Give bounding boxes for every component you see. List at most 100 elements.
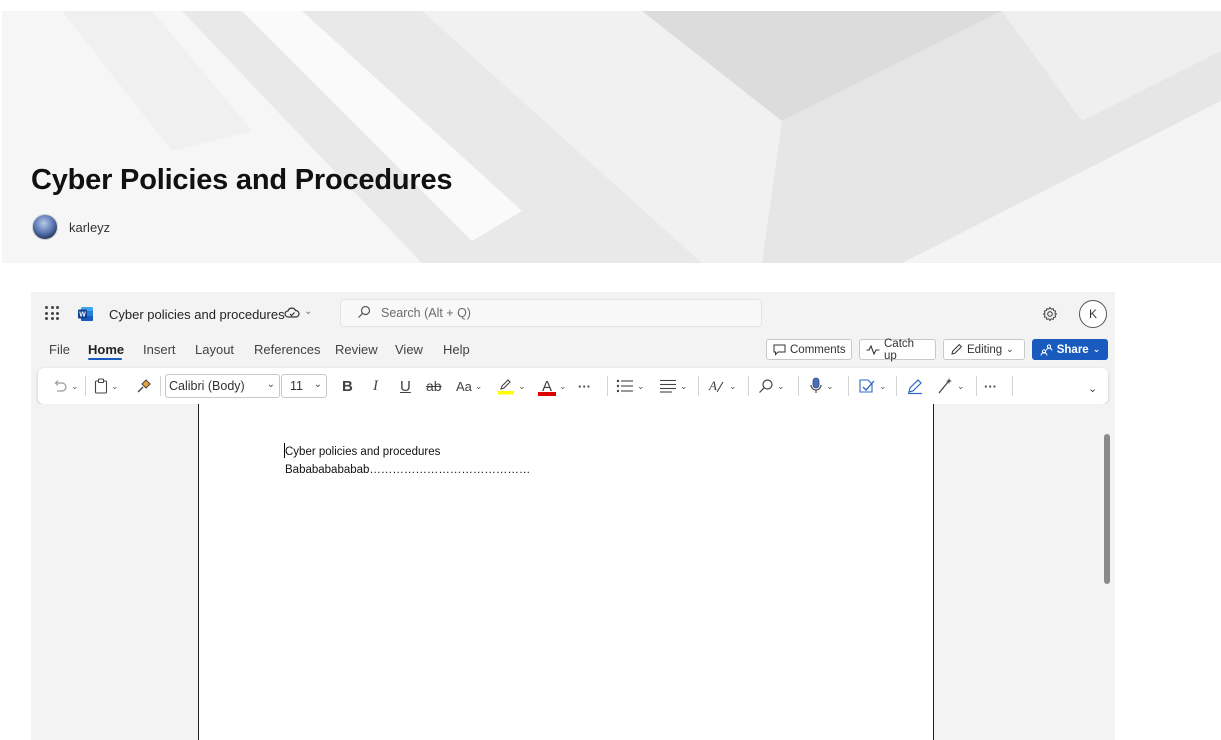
strikethrough-button[interactable]: ab (426, 376, 442, 396)
highlight-color-button[interactable]: ⌄ (497, 376, 526, 396)
undo-icon (54, 380, 67, 392)
highlighter-icon (498, 379, 514, 395)
tab-file[interactable]: File (49, 342, 70, 357)
document-line-2[interactable]: Babababababab…………………………………… (285, 464, 530, 476)
bold-button[interactable]: B (342, 376, 353, 396)
font-color-button[interactable]: A ⌄ (538, 376, 567, 396)
chevron-down-icon: ⌄ (266, 379, 275, 390)
tab-insert[interactable]: Insert (143, 342, 176, 357)
magic-wand-icon (938, 378, 952, 394)
document-name-chevron-icon[interactable]: ⌄ (304, 306, 312, 317)
divider (976, 376, 977, 396)
find-button[interactable]: ⌄ (758, 376, 785, 396)
search-icon (358, 305, 371, 318)
dictate-button[interactable]: ⌄ (809, 376, 834, 396)
chevron-down-icon: ⌄ (71, 380, 79, 391)
italic-button[interactable]: I (373, 376, 378, 396)
divider (798, 376, 799, 396)
comments-label: Comments (790, 343, 846, 356)
app-launcher-icon[interactable] (45, 306, 59, 320)
tab-home[interactable]: Home (88, 342, 124, 357)
expand-ribbon-button[interactable]: ⌄ (1088, 378, 1097, 398)
editing-label: Editing (967, 343, 1003, 356)
home-ribbon: ⌄ ⌄ Calibri (Body) ⌄ 11 ⌄ B I U ab Aa ⌄ … (38, 368, 1108, 404)
document-page[interactable]: Cyber policies and procedures Bababababa… (198, 404, 934, 740)
tab-layout[interactable]: Layout (195, 342, 234, 357)
underline-button[interactable]: U (400, 376, 411, 396)
tab-help[interactable]: Help (443, 342, 470, 357)
chevron-down-icon: ⌄ (879, 380, 887, 391)
tab-review[interactable]: Review (335, 342, 378, 357)
chevron-down-icon: ⌄ (826, 380, 834, 391)
divider (607, 376, 608, 396)
clipboard-icon (94, 378, 108, 394)
share-people-icon (1040, 343, 1053, 356)
chevron-down-icon: ⌄ (559, 380, 567, 391)
document-line-1[interactable]: Cyber policies and procedures (285, 446, 440, 458)
chevron-down-icon: ⌄ (957, 380, 965, 391)
more-font-options-button[interactable]: ··· (578, 376, 591, 396)
chevron-down-icon: ⌄ (518, 380, 526, 391)
divider (848, 376, 849, 396)
author-block[interactable]: karleyz (32, 214, 110, 240)
alignment-button[interactable]: ⌄ (659, 376, 688, 396)
paste-button[interactable]: ⌄ (94, 376, 119, 396)
divider (748, 376, 749, 396)
font-size-select[interactable]: 11 ⌄ (281, 374, 327, 398)
pulse-icon (866, 344, 880, 355)
search-box[interactable] (340, 299, 762, 327)
comment-icon (773, 344, 786, 356)
word-logo-icon[interactable]: W (78, 306, 94, 322)
chevron-down-icon: ⌄ (111, 380, 119, 391)
divider (896, 376, 897, 396)
share-label: Share (1056, 343, 1089, 356)
pencil-icon (951, 343, 963, 355)
author-avatar[interactable] (32, 214, 58, 240)
divider (85, 376, 86, 396)
designer-button[interactable] (906, 376, 924, 396)
format-painter-button[interactable] (136, 376, 151, 396)
chevron-down-icon: ⌄ (637, 380, 645, 391)
settings-gear-icon[interactable] (1042, 306, 1058, 322)
catch-up-label: Catch up (884, 337, 915, 362)
undo-button[interactable]: ⌄ (52, 376, 79, 396)
find-icon (759, 379, 773, 393)
font-name-value: Calibri (Body) (169, 379, 245, 393)
svg-text:A: A (708, 378, 717, 393)
vertical-scrollbar-thumb[interactable] (1104, 434, 1110, 584)
author-name[interactable]: karleyz (69, 220, 110, 235)
editing-mode-button[interactable]: Editing ⌄ (943, 339, 1025, 360)
font-color-swatch (538, 392, 556, 396)
chevron-down-icon: ⌄ (1006, 344, 1014, 354)
microphone-icon (810, 377, 822, 393)
share-button[interactable]: Share ⌄ (1032, 339, 1108, 360)
editor-button[interactable]: ⌄ (858, 376, 887, 396)
styles-button[interactable]: A ⌄ (708, 376, 737, 396)
catch-up-button[interactable]: Catch up (859, 337, 936, 362)
more-options-button[interactable]: ··· (984, 376, 997, 396)
document-name[interactable]: Cyber policies and procedures (109, 307, 285, 322)
change-case-label: Aa (456, 378, 472, 394)
font-name-select[interactable]: Calibri (Body) ⌄ (165, 374, 280, 398)
tab-view[interactable]: View (395, 342, 423, 357)
bullets-button[interactable]: ⌄ (616, 376, 645, 396)
chevron-down-icon: ⌄ (474, 380, 483, 391)
hero-background-art (2, 11, 1221, 263)
chevron-down-icon: ⌄ (777, 380, 785, 391)
search-input[interactable] (381, 303, 751, 323)
editor-icon (859, 379, 875, 393)
format-painter-icon (137, 378, 151, 392)
bullet-list-icon (616, 379, 633, 393)
tab-references[interactable]: References (254, 342, 320, 357)
copilot-rewrite-button[interactable]: ⌄ (936, 376, 965, 396)
change-case-button[interactable]: Aa ⌄ (456, 376, 482, 396)
divider (1012, 376, 1013, 396)
comments-button[interactable]: Comments (766, 339, 852, 360)
designer-pen-icon (908, 379, 922, 395)
cloud-saved-icon[interactable] (284, 306, 300, 320)
account-avatar[interactable]: K (1079, 300, 1107, 328)
divider (160, 376, 161, 396)
page-title: Cyber Policies and Procedures (31, 164, 453, 196)
align-center-icon (660, 379, 676, 393)
chevron-down-icon: ⌄ (680, 380, 688, 391)
